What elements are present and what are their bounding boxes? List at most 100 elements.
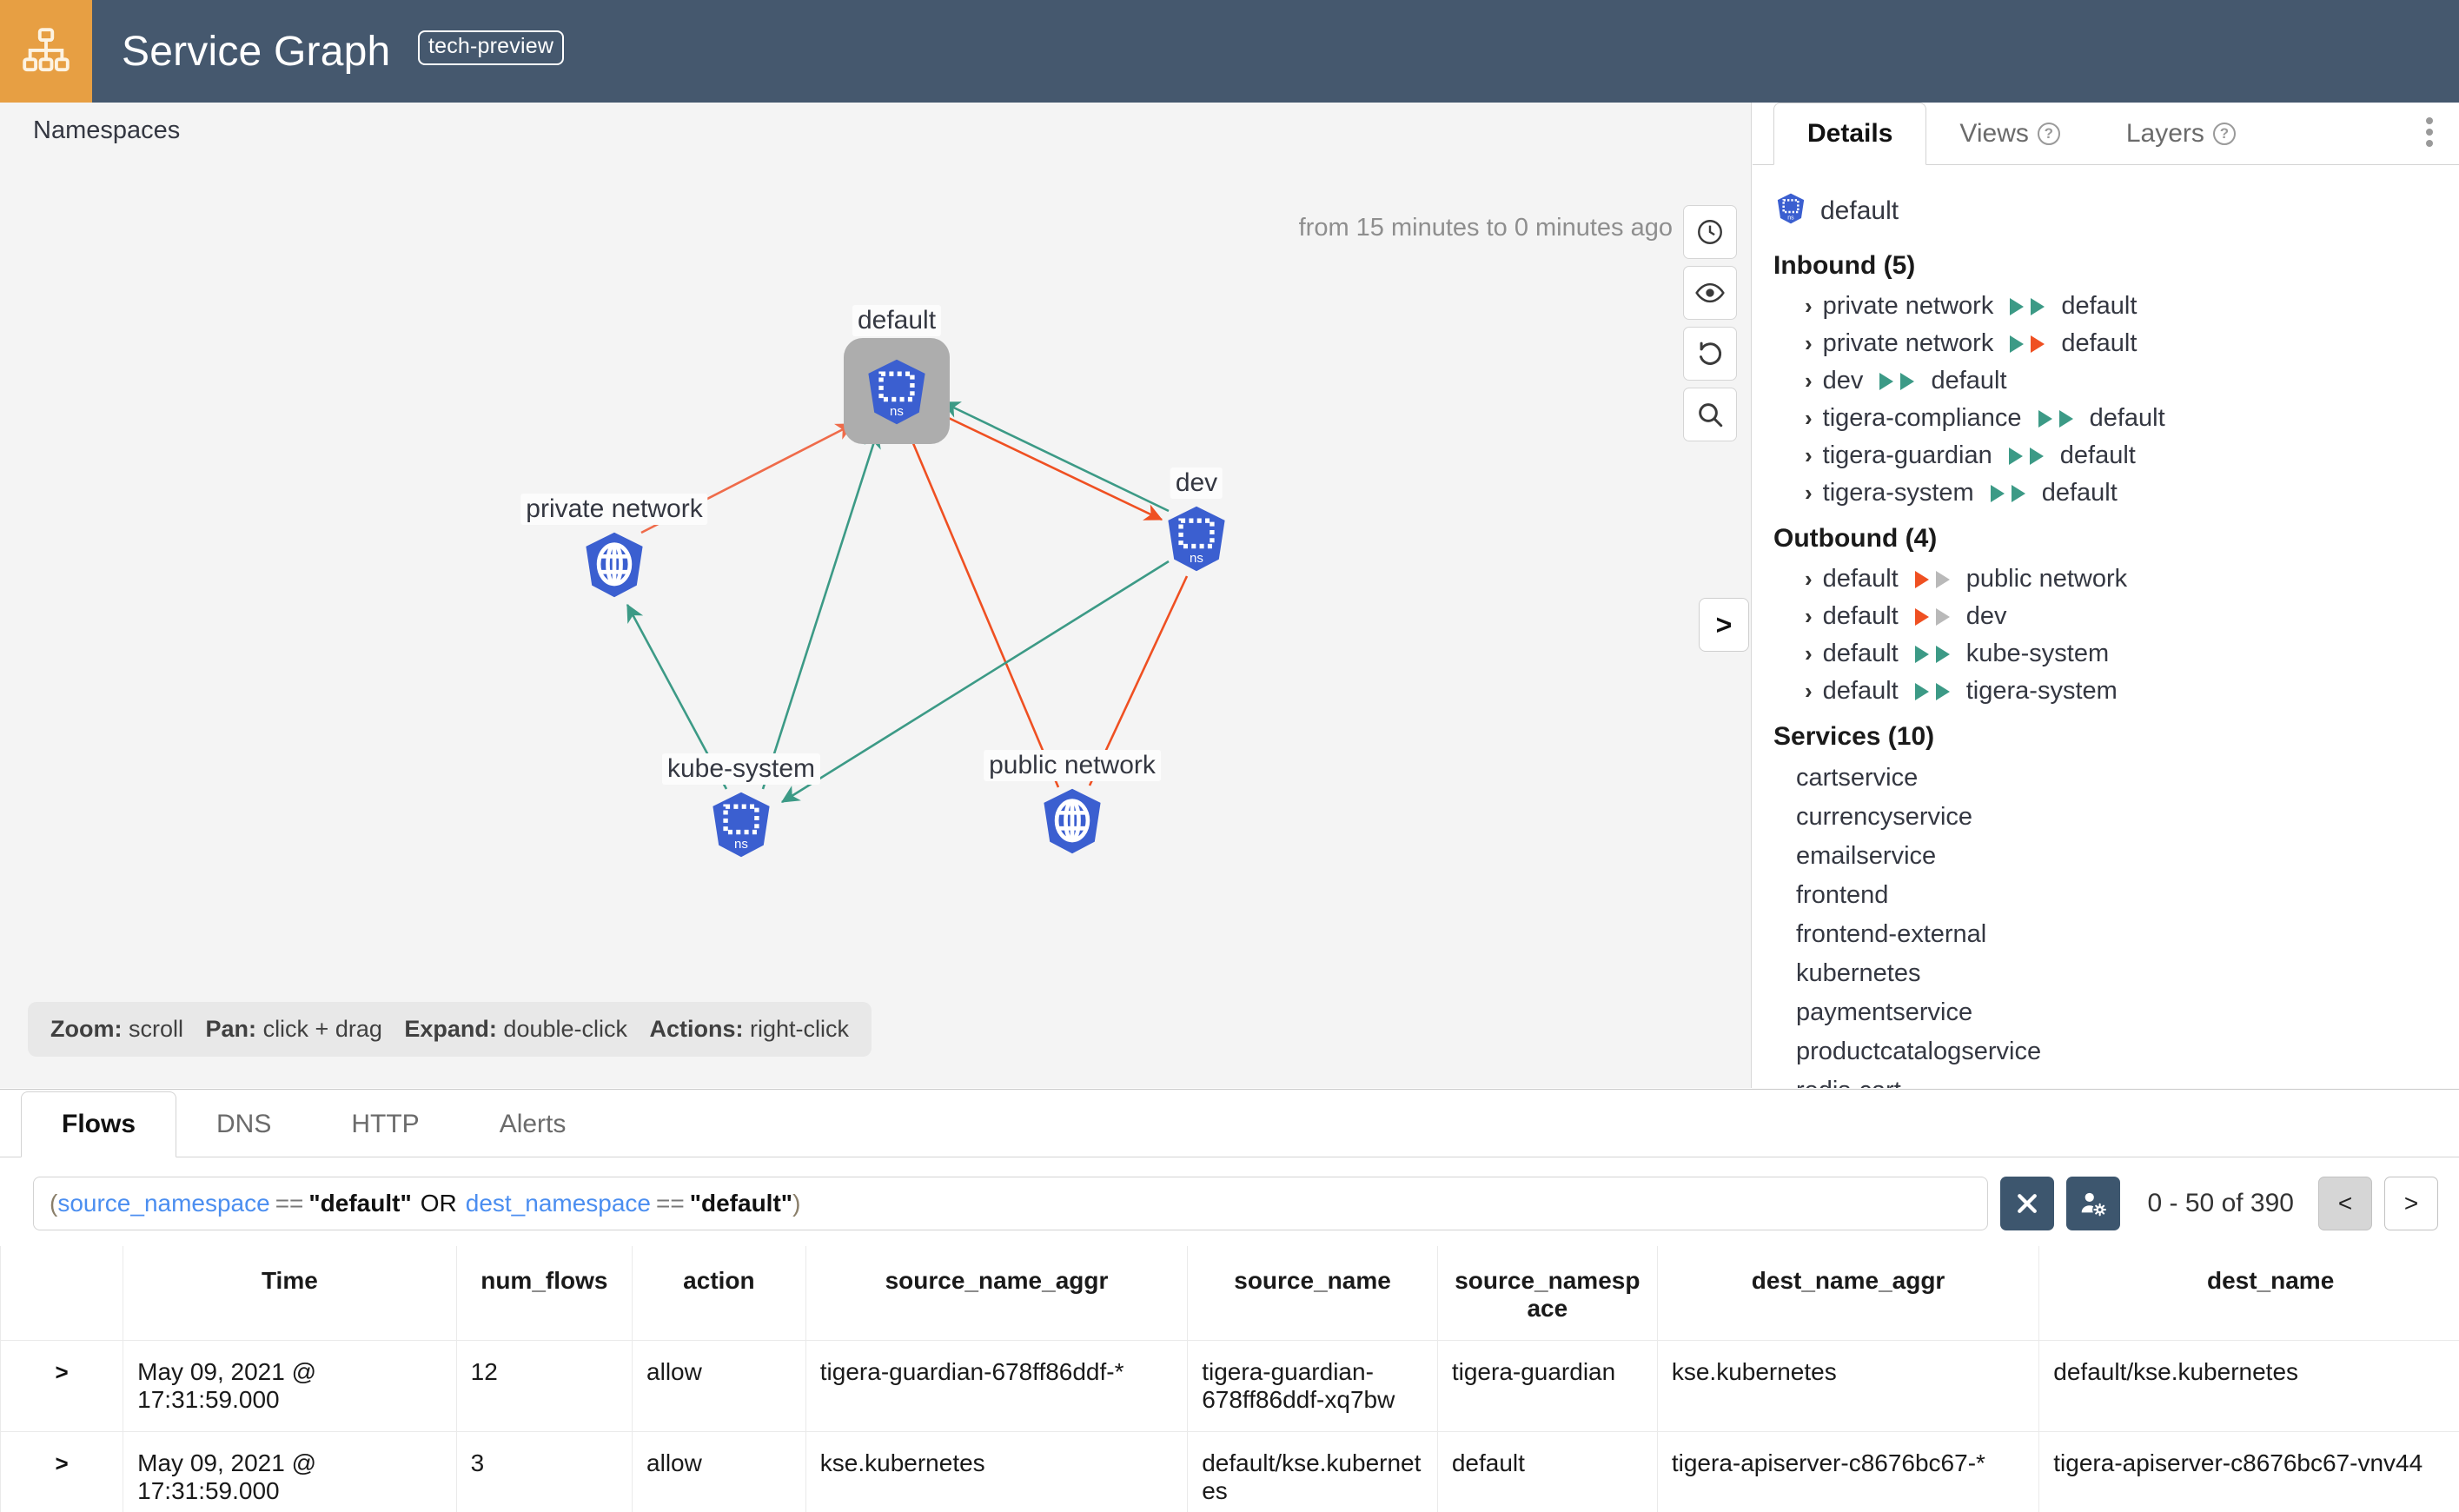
service-list-item[interactable]: emailservice	[1773, 837, 2459, 876]
table-row[interactable]: >May 09, 2021 @ 17:31:59.00012allowtiger…	[1, 1341, 2459, 1432]
graph-hints: Zoom: scroll Pan: click + drag Expand: d…	[28, 1002, 872, 1057]
pagination-info: 0 - 50 of 390	[2148, 1189, 2294, 1218]
help-icon[interactable]: ?	[2213, 123, 2236, 145]
service-list-item[interactable]: currencyservice	[1773, 798, 2459, 837]
tab-layers[interactable]: Layers ?	[2093, 119, 2269, 164]
services-heading: Services (10)	[1773, 722, 2459, 752]
flow-source-label: dev	[1823, 367, 1864, 395]
flow-source-label: private network	[1823, 292, 1994, 321]
prev-page-button[interactable]: <	[2318, 1177, 2372, 1230]
query-row: ( source_namespace == "default" OR dest_…	[0, 1157, 2459, 1246]
tab-http[interactable]: HTTP	[311, 1110, 459, 1157]
chevron-right-icon[interactable]: ›	[1805, 480, 1813, 507]
bottom-panel: Flows DNS HTTP Alerts ( source_namespace…	[0, 1089, 2459, 1512]
cell-num_flows: 3	[456, 1432, 632, 1512]
table-row[interactable]: >May 09, 2021 @ 17:31:59.0003allowkse.ku…	[1, 1432, 2459, 1512]
services-list: cartservicecurrencyserviceemailservicefr…	[1773, 759, 2459, 1088]
tab-views[interactable]: Views ?	[1926, 119, 2092, 164]
chevron-right-icon[interactable]: ›	[1805, 442, 1813, 469]
service-list-item[interactable]: frontend-external	[1773, 915, 2459, 954]
inbound-item[interactable]: ›devdefault	[1773, 362, 2459, 400]
chevron-right-icon[interactable]: ›	[1805, 330, 1813, 357]
cell-source_name_aggr: tigera-guardian-678ff86ddf-*	[805, 1341, 1187, 1432]
outbound-item[interactable]: ›defaulttigera-system	[1773, 673, 2459, 710]
query-field-1: source_namespace	[57, 1190, 269, 1217]
column-header-source_name[interactable]: source_name	[1188, 1246, 1438, 1341]
hint-expand-key: Expand:	[404, 1016, 497, 1042]
service-list-item[interactable]: kubernetes	[1773, 954, 2459, 993]
tab-views-label: Views	[1959, 119, 2028, 149]
help-icon[interactable]: ?	[2038, 123, 2060, 145]
hint-actions-value: right-click	[750, 1016, 849, 1042]
flows-table-wrapper[interactable]: Timenum_flowsactionsource_name_aggrsourc…	[0, 1246, 2459, 1512]
outbound-item[interactable]: ›defaultkube-system	[1773, 635, 2459, 673]
inbound-item[interactable]: ›tigera-guardiandefault	[1773, 437, 2459, 474]
hint-pan-value: click + drag	[263, 1016, 382, 1042]
search-input[interactable]: ( source_namespace == "default" OR dest_…	[33, 1177, 1988, 1230]
namespace-icon: ns	[704, 787, 779, 862]
flow-direction-icon	[1912, 569, 1952, 590]
svg-text:ns: ns	[734, 837, 748, 852]
cell-dest_name_aggr: kse.kubernetes	[1657, 1341, 2038, 1432]
query-close-paren: )	[792, 1190, 800, 1217]
hint-expand-value: double-click	[503, 1016, 627, 1042]
inbound-item[interactable]: ›private networkdefault	[1773, 288, 2459, 325]
tab-details-label: Details	[1807, 119, 1892, 149]
row-expand-toggle[interactable]: >	[1, 1432, 123, 1512]
inbound-item[interactable]: ›tigera-systemdefault	[1773, 474, 2459, 512]
outbound-item[interactable]: ›defaultpublic network	[1773, 560, 2459, 598]
inbound-item[interactable]: ›private networkdefault	[1773, 325, 2459, 362]
column-header-source_namespace[interactable]: source_namespace	[1437, 1246, 1657, 1341]
tab-alerts[interactable]: Alerts	[460, 1110, 606, 1157]
sitemap-icon	[0, 0, 92, 103]
tab-dns[interactable]: DNS	[176, 1110, 311, 1157]
chevron-right-icon[interactable]: >	[55, 1450, 68, 1476]
chevron-right-icon[interactable]: ›	[1805, 368, 1813, 395]
hint-actions-key: Actions:	[650, 1016, 744, 1042]
inbound-item[interactable]: ›tigera-compliancedefault	[1773, 400, 2459, 437]
flow-source-label: tigera-system	[1823, 479, 1974, 507]
graph-node-label: dev	[1170, 468, 1223, 499]
cell-source_name: tigera-guardian-678ff86ddf-xq7bw	[1188, 1341, 1438, 1432]
panel-collapse-button[interactable]: >	[1699, 598, 1749, 652]
more-options-icon[interactable]	[2426, 117, 2433, 147]
flow-direction-icon	[1877, 371, 1917, 392]
column-header-Time[interactable]: Time	[123, 1246, 457, 1341]
query-op-2: ==	[656, 1190, 685, 1217]
chevron-right-icon[interactable]: ›	[1805, 640, 1813, 667]
chevron-right-icon[interactable]: ›	[1805, 293, 1813, 320]
selected-node-row: ns default	[1773, 191, 2459, 230]
cell-Time: May 09, 2021 @ 17:31:59.000	[123, 1341, 457, 1432]
inbound-list: ›private networkdefault›private networkd…	[1773, 288, 2459, 512]
graph-panel[interactable]: Namespaces from 15 minutes to 0 minutes …	[0, 103, 1752, 1088]
chevron-right-icon[interactable]: ›	[1805, 566, 1813, 593]
outbound-item[interactable]: ›defaultdev	[1773, 598, 2459, 635]
service-list-item[interactable]: frontend	[1773, 876, 2459, 915]
namespace-icon: ns	[1773, 191, 1808, 230]
chevron-right-icon[interactable]: ›	[1805, 678, 1813, 705]
flow-source-label: default	[1823, 602, 1899, 631]
cell-Time: May 09, 2021 @ 17:31:59.000	[123, 1432, 457, 1512]
service-list-item[interactable]: cartservice	[1773, 759, 2459, 798]
column-header-dest_name_aggr[interactable]: dest_name_aggr	[1657, 1246, 2038, 1341]
chevron-right-icon[interactable]: ›	[1805, 405, 1813, 432]
chevron-right-icon[interactable]: >	[55, 1359, 68, 1385]
query-value-1: "default"	[308, 1190, 411, 1217]
app-header: Service Graph tech-preview	[0, 0, 2459, 103]
column-header-dest_name[interactable]: dest_name	[2039, 1246, 2459, 1341]
service-list-item[interactable]: paymentservice	[1773, 993, 2459, 1032]
bottom-tabbar: Flows DNS HTTP Alerts	[0, 1090, 2459, 1157]
chevron-right-icon[interactable]: ›	[1805, 603, 1813, 630]
tab-details[interactable]: Details	[1773, 103, 1926, 165]
table-header-row: Timenum_flowsactionsource_name_aggrsourc…	[1, 1246, 2459, 1341]
tab-flows[interactable]: Flows	[21, 1091, 176, 1157]
next-page-button[interactable]: >	[2384, 1177, 2438, 1230]
column-header-num_flows[interactable]: num_flows	[456, 1246, 632, 1341]
service-list-item[interactable]: redis-cart	[1773, 1071, 2459, 1088]
service-list-item[interactable]: productcatalogservice	[1773, 1032, 2459, 1071]
column-header-action[interactable]: action	[633, 1246, 806, 1341]
row-expand-toggle[interactable]: >	[1, 1341, 123, 1432]
column-header-source_name_aggr[interactable]: source_name_aggr	[805, 1246, 1187, 1341]
close-icon-button[interactable]	[2000, 1177, 2054, 1230]
user-settings-icon-button[interactable]	[2066, 1177, 2120, 1230]
